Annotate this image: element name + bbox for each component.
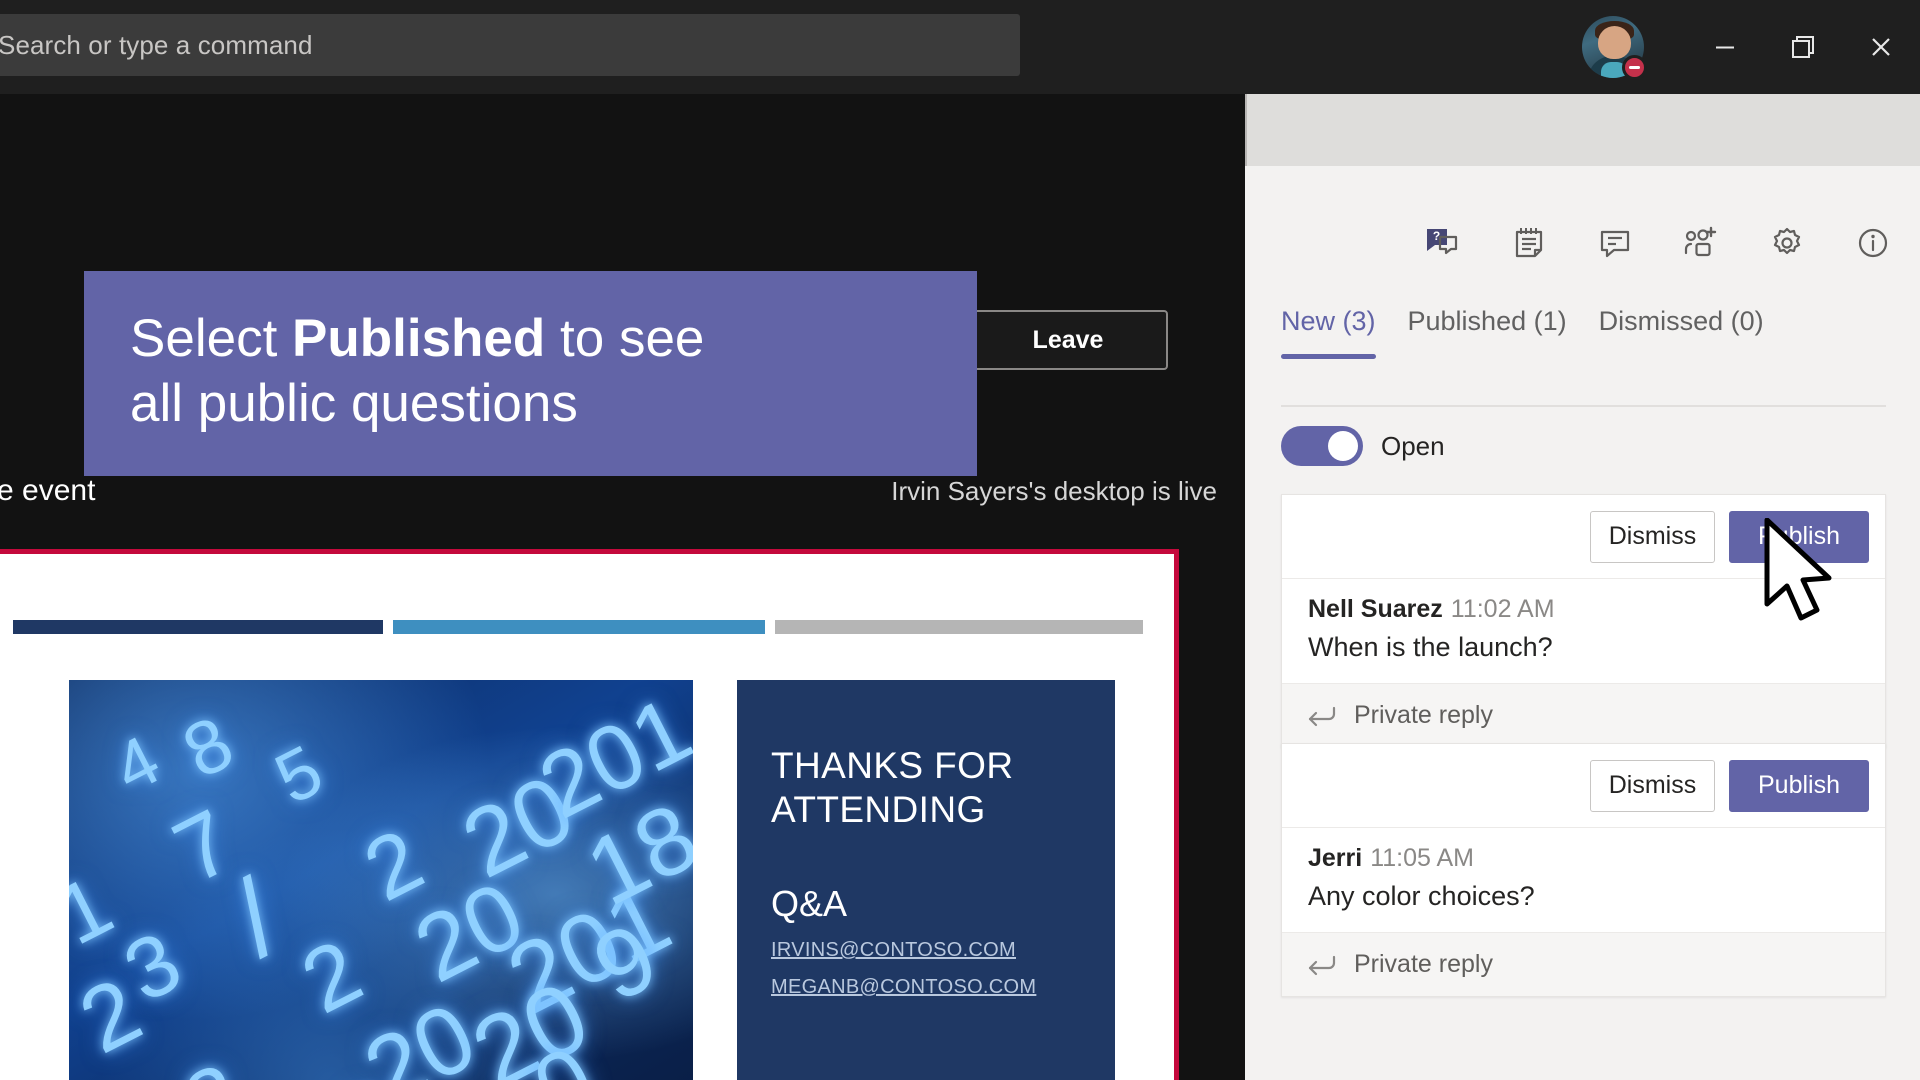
teams-live-event-window: Search or type a command Leave e event I… (0, 0, 1920, 1080)
leave-button-label: Leave (1032, 325, 1104, 354)
chat-icon[interactable] (1592, 220, 1638, 266)
desktop-share-status: Irvin Sayers's desktop is live (891, 476, 1217, 506)
slide-card-title: THANKS FOR ATTENDING (771, 744, 1115, 831)
qanda-panel: ? New (3) Published (1) Dismissed (0) Op… (1245, 94, 1920, 1080)
qanda-tabs: New (3) Published (1) Dismissed (0) (1245, 306, 1920, 359)
title-bar: Search or type a command (0, 0, 1920, 94)
publish-button[interactable]: Publish (1729, 510, 1869, 563)
callout-line2: all public questions (130, 373, 578, 433)
private-reply-button[interactable]: Private reply (1282, 932, 1885, 996)
close-button[interactable] (1842, 0, 1920, 94)
svg-text:?: ? (1432, 229, 1439, 243)
callout-bold: Published (292, 309, 546, 368)
slide-qa-heading: Q&A (771, 883, 848, 925)
slide-title-line1: THANKS FOR (771, 745, 1014, 786)
add-people-icon[interactable] (1678, 220, 1724, 266)
notes-icon[interactable] (1506, 220, 1552, 266)
slide-accent-bars (13, 620, 1143, 634)
question-text: When is the launch? (1308, 632, 1553, 662)
private-reply-label: Private reply (1354, 950, 1493, 978)
tab-published[interactable]: Published (1) (1408, 306, 1567, 359)
event-title: ve event (0, 474, 96, 507)
instruction-callout: Select Published to see all public quest… (84, 271, 977, 476)
open-toggle[interactable] (1281, 426, 1363, 466)
publish-button[interactable]: Publish (1729, 759, 1869, 812)
question-meta: Jerri 11:05 AM (1308, 844, 1859, 873)
question-text: Any color choices? (1308, 881, 1535, 911)
slide-email-2: MEGANB@CONTOSO.COM (771, 976, 1037, 999)
question-body: Jerri 11:05 AM Any color choices? (1282, 827, 1885, 932)
qanda-icon[interactable]: ? (1420, 220, 1466, 266)
question-time: 11:05 AM (1370, 844, 1474, 872)
callout-suffix: to see (545, 309, 705, 368)
minimize-button[interactable] (1686, 0, 1764, 94)
dismiss-button[interactable]: Dismiss (1590, 759, 1715, 812)
shared-slide: 1 4 8 7 3 2 5 / 2 2 20 20 20 201 201 20 (0, 549, 1179, 1080)
gear-icon[interactable] (1764, 220, 1810, 266)
question-author: Jerri (1308, 844, 1363, 872)
panel-top-strip (1245, 94, 1920, 166)
info-icon[interactable] (1850, 220, 1896, 266)
callout-prefix: Select (130, 309, 293, 368)
open-toggle-label: Open (1381, 430, 1445, 461)
question-time: 11:02 AM (1450, 595, 1555, 623)
question-card: Dismiss Publish Jerri 11:05 AM Any color … (1281, 743, 1886, 997)
leave-button[interactable]: Leave (968, 310, 1168, 370)
search-placeholder: Search or type a command (0, 29, 313, 60)
panel-icon-row: ? (1245, 212, 1920, 274)
slide-text-card: THANKS FOR ATTENDING Q&A IRVINS@CONTOSO.… (737, 680, 1115, 1080)
instruction-callout-text: Select Published to see all public quest… (130, 307, 931, 436)
tab-dismissed[interactable]: Dismissed (0) (1599, 306, 1764, 359)
avatar[interactable] (1582, 16, 1647, 80)
presence-dnd-icon (1622, 55, 1647, 80)
live-event-stage: Leave ve event Irvin Sayers's desktop is… (0, 94, 1245, 1080)
slide-email-1: IRVINS@CONTOSO.COM (771, 939, 1016, 962)
reply-arrow-icon (1306, 705, 1336, 727)
question-actions: Dismiss Publish (1282, 495, 1885, 578)
open-toggle-row: Open (1281, 426, 1445, 466)
tab-new[interactable]: New (3) (1281, 306, 1376, 359)
slide-photo: 1 4 8 7 3 2 5 / 2 2 20 20 20 201 201 20 (69, 680, 693, 1080)
question-actions: Dismiss Publish (1282, 744, 1885, 827)
question-meta: Nell Suarez 11:02 AM (1308, 595, 1859, 624)
search-input[interactable]: Search or type a command (0, 14, 1020, 76)
restore-button[interactable] (1764, 0, 1842, 94)
private-reply-label: Private reply (1354, 701, 1493, 729)
tabs-divider (1281, 405, 1886, 407)
question-card: Dismiss Publish Nell Suarez 11:02 AM When… (1281, 494, 1886, 748)
private-reply-button[interactable]: Private reply (1282, 683, 1885, 747)
question-body: Nell Suarez 11:02 AM When is the launch? (1282, 578, 1885, 683)
toggle-knob (1328, 431, 1358, 461)
reply-arrow-icon (1306, 954, 1336, 976)
dismiss-button[interactable]: Dismiss (1590, 510, 1715, 563)
question-author: Nell Suarez (1308, 595, 1443, 623)
slide-title-line2: ATTENDING (771, 788, 986, 830)
titlebar-right-controls (1582, 0, 1920, 94)
